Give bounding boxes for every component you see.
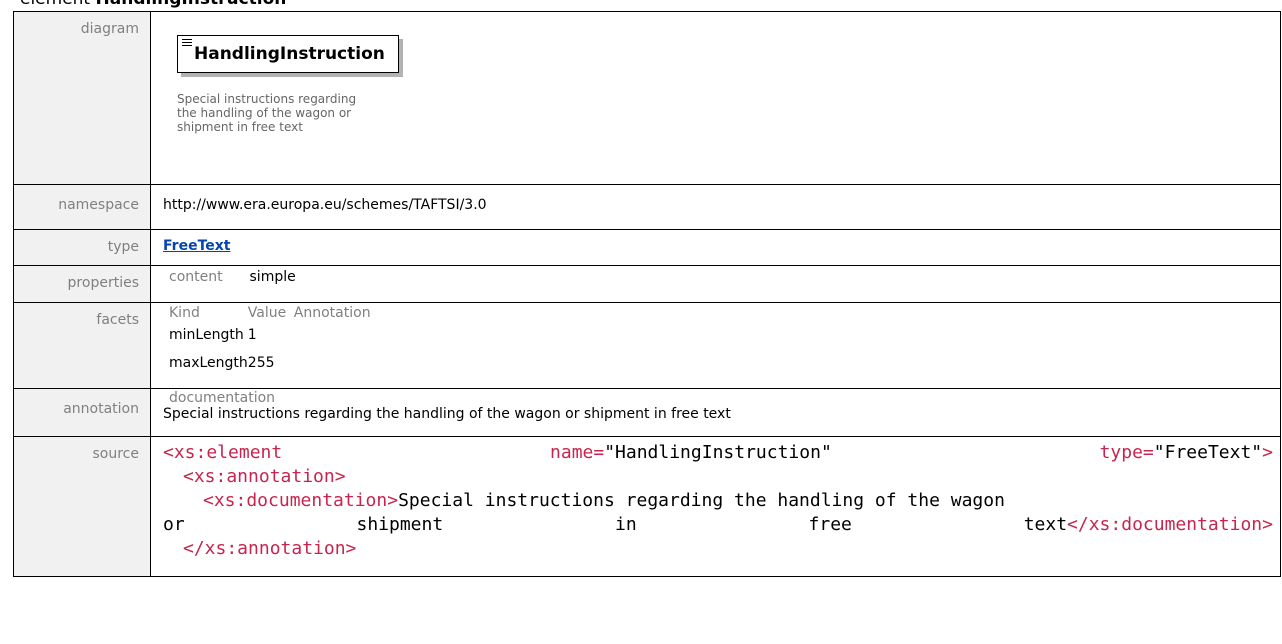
source-attr: name= [550, 442, 605, 463]
source-code: <xs:element name="HandlingInstruction" t… [163, 437, 1273, 561]
source-line: </xs:annotation> [163, 537, 1258, 561]
source-line: <xs:documentation>Special instructions r… [163, 489, 1258, 513]
row-annotation: annotation documentation Special instruc… [13, 388, 1281, 437]
property-value: simple [249, 269, 296, 285]
source-tag: </xs:documentation> [1067, 514, 1273, 535]
source-tag: <xs:annotation> [183, 466, 346, 487]
facet-kind: minLength [169, 327, 244, 343]
source-tag: <xs:documentation> [203, 490, 399, 511]
source-tag: </xs:annotation> [183, 538, 357, 559]
row-label-diagram: diagram [13, 11, 151, 185]
row-properties: properties content simple [13, 265, 1281, 303]
row-diagram: diagram HandlingInstruction Special inst… [13, 11, 1281, 185]
source-text: Special instructions regarding the handl… [398, 490, 1005, 511]
diagram-cell: HandlingInstruction Special instructions… [150, 11, 1281, 185]
row-label-type: type [13, 229, 151, 266]
row-label-properties: properties [13, 265, 151, 303]
source-tag-close: > [1262, 442, 1273, 463]
type-link[interactable]: FreeText [163, 238, 230, 254]
row-label-namespace: namespace [13, 184, 151, 230]
source-attr-value: "HandlingInstruction" [604, 442, 832, 463]
source-text: free [808, 514, 852, 535]
source-line: <xs:element name="HandlingInstruction" t… [163, 441, 1273, 465]
source-text: text [1023, 514, 1068, 535]
heading-element-name: HandlingInstruction [96, 0, 287, 9]
diagram-documentation: Special instructions regarding the handl… [177, 92, 407, 134]
source-text: in [615, 514, 637, 535]
facet-row: maxLength 255 [169, 349, 371, 377]
facets-header-annotation: Annotation [293, 305, 371, 321]
row-source: source <xs:element name="HandlingInstruc… [13, 436, 1281, 577]
source-text: or [163, 514, 185, 535]
row-label-source: source [13, 436, 151, 577]
source-line: <xs:annotation> [163, 465, 1258, 489]
page-heading: element HandlingInstruction [20, 0, 286, 10]
property-key: content [169, 269, 223, 285]
source-tag-open: <xs:element [163, 442, 283, 463]
facet-value: 1 [247, 327, 257, 343]
diagram-doc-line: Special instructions regarding [177, 92, 357, 106]
annotation-text: Special instructions regarding the handl… [163, 406, 731, 422]
namespace-value: http://www.era.europa.eu/schemes/TAFTSI/… [150, 184, 1281, 230]
facets-table: Kind Value Annotation minLength 1 maxLen… [169, 305, 371, 377]
row-facets: facets Kind Value Annotation minLength 1… [13, 302, 1281, 389]
facet-row: minLength 1 [169, 321, 371, 349]
source-attr-value: "FreeText" [1153, 442, 1263, 463]
source-text: shipment [356, 514, 444, 535]
row-label-facets: facets [13, 302, 151, 389]
facets-header-kind: Kind [169, 305, 200, 321]
diagram-element-name: HandlingInstruction [194, 44, 385, 64]
facets-header-value: Value [247, 305, 287, 321]
source-line: or shipment in free text</xs:documentati… [163, 513, 1273, 537]
heading-prefix: element [20, 0, 96, 9]
element-doc-table: diagram HandlingInstruction Special inst… [13, 11, 1281, 577]
element-diagram-box[interactable]: HandlingInstruction [177, 35, 399, 73]
diagram-doc-line: shipment in free text [177, 120, 303, 134]
facet-value: 255 [247, 355, 275, 371]
row-type: type FreeText [13, 229, 1281, 266]
annotation-kind: documentation [169, 390, 276, 406]
row-label-annotation: annotation [13, 388, 151, 437]
facet-kind: maxLength [169, 355, 248, 371]
source-attr: type= [1099, 442, 1154, 463]
row-namespace: namespace http://www.era.europa.eu/schem… [13, 184, 1281, 230]
element-content-icon [182, 39, 192, 48]
diagram-doc-line: the handling of the wagon or [177, 106, 352, 120]
